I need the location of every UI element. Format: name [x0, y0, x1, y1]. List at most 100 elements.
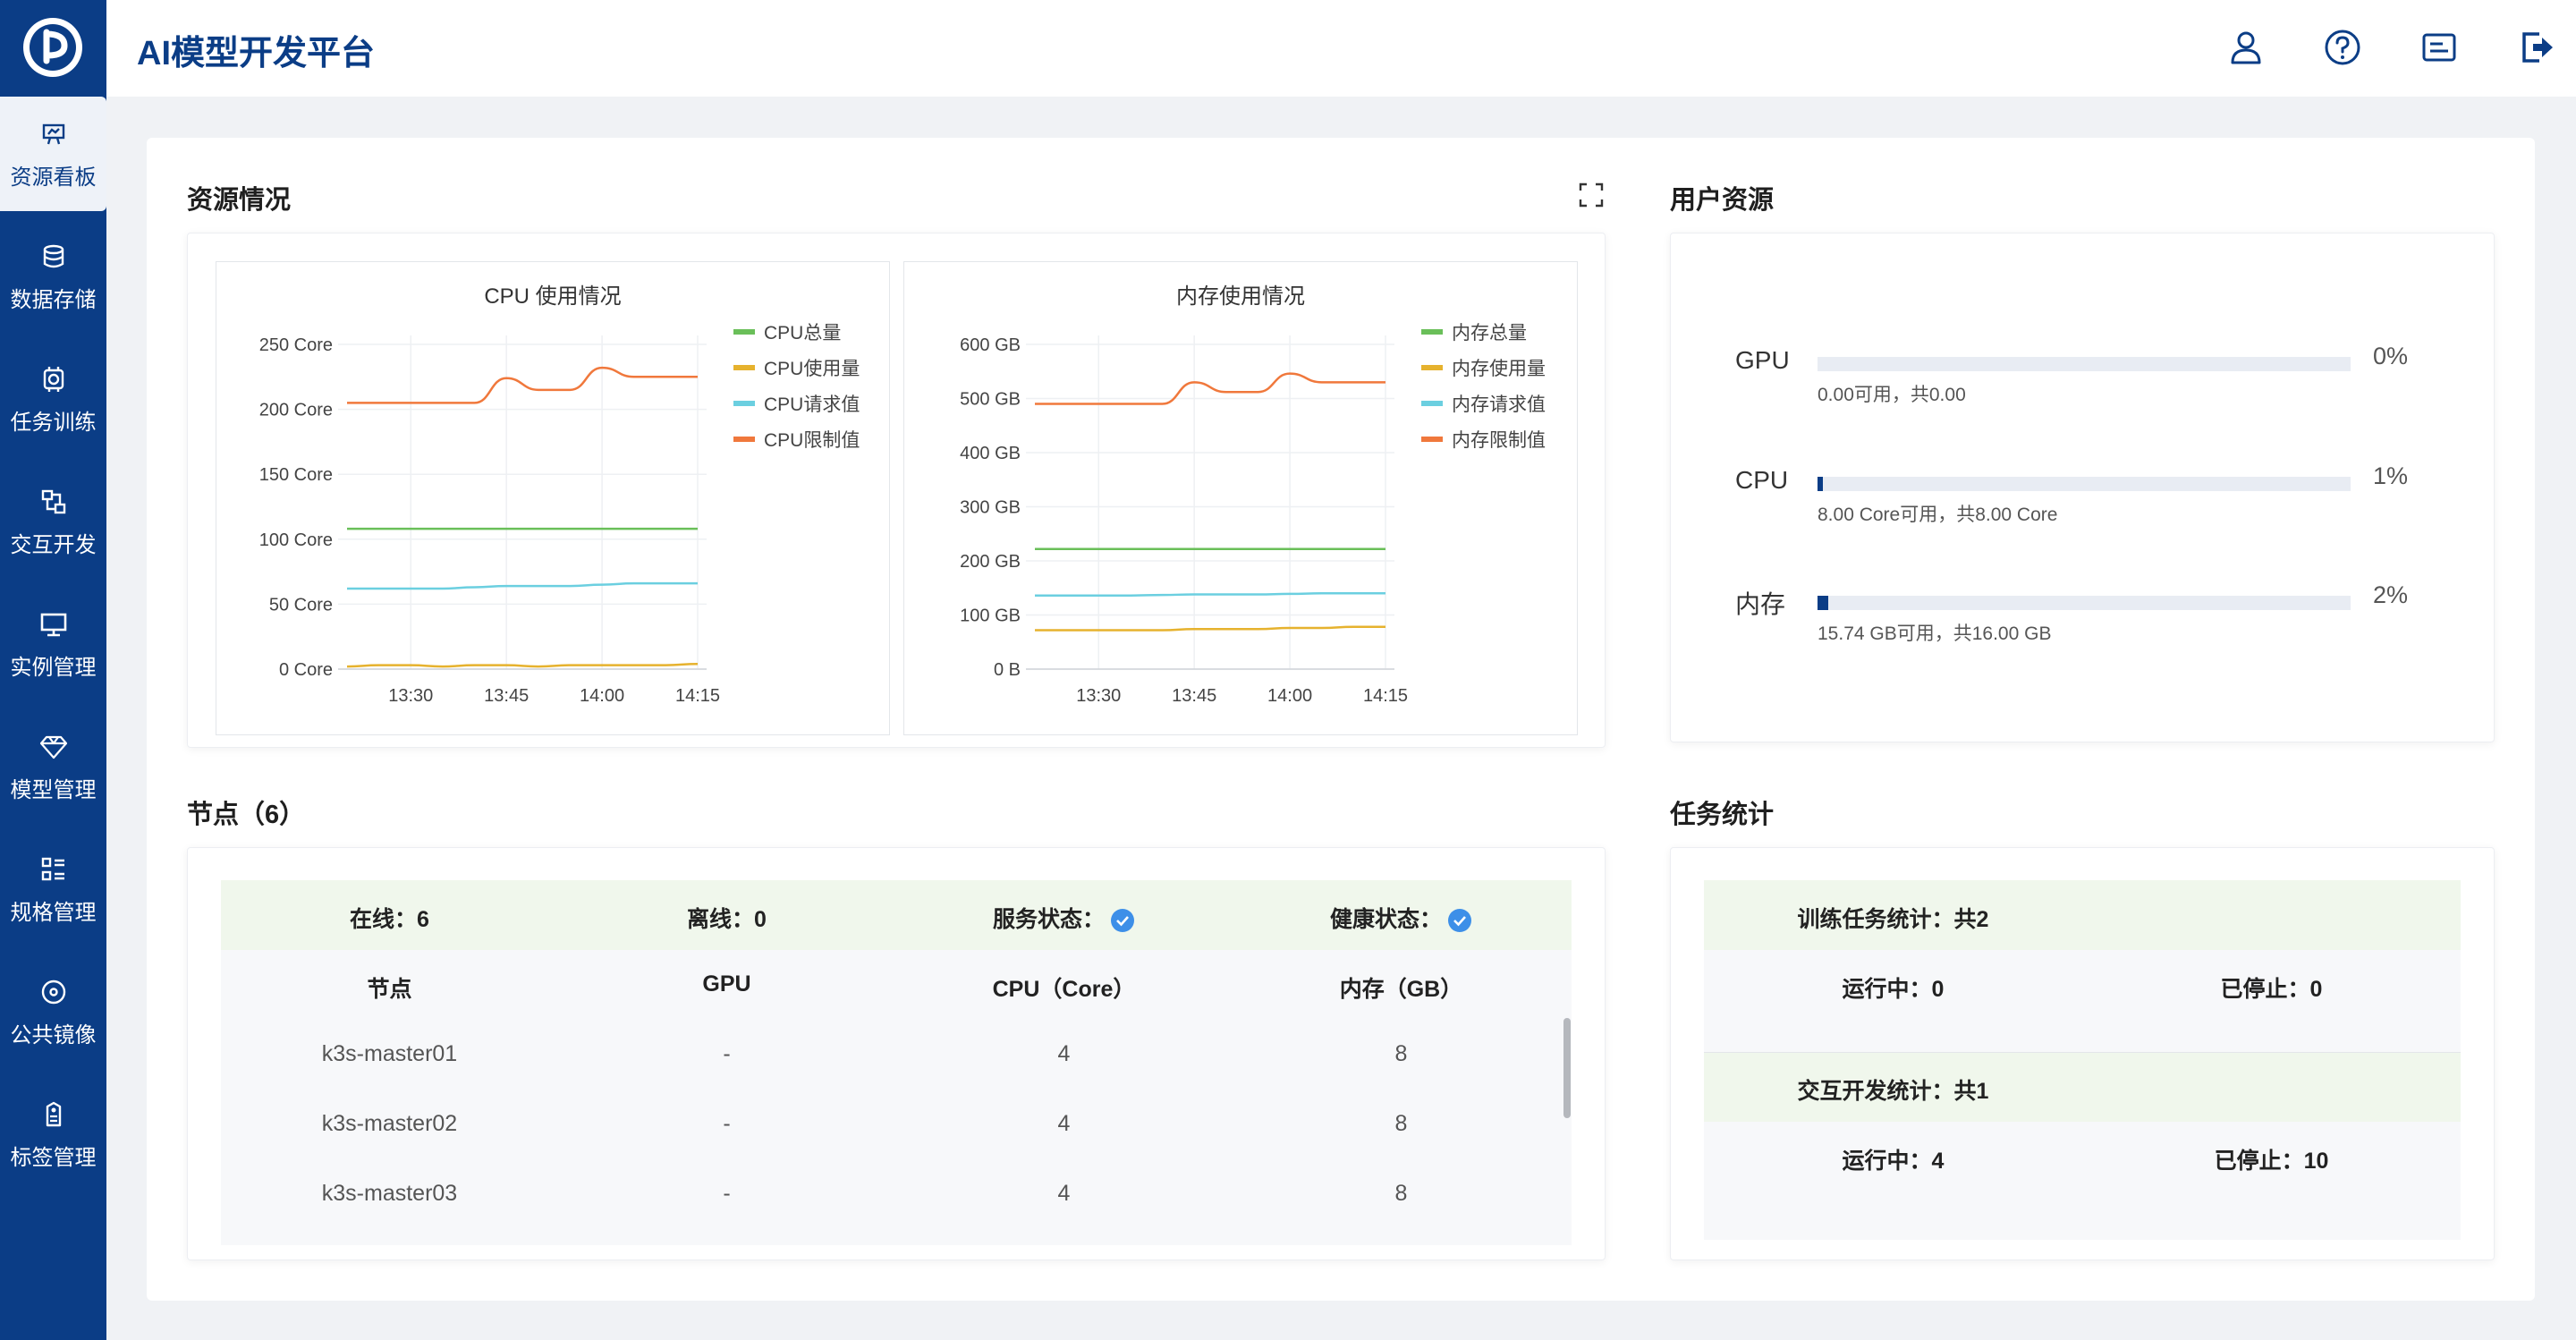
- node-name: k3s-master03: [321, 1181, 458, 1206]
- message-icon[interactable]: [2419, 27, 2460, 68]
- legend-swatch: [1421, 365, 1443, 370]
- tasks-card: 训练任务统计：共2 运行中：0 已停止：0 交互开发统计：共1 运行中：4 已停…: [1670, 847, 2495, 1260]
- legend-label: 内存请求值: [1452, 394, 1546, 415]
- sidebar-item-label: 资源看板: [10, 165, 97, 190]
- y-tick-label: 50 Core: [269, 595, 333, 615]
- node-memory: 8: [1394, 1181, 1408, 1206]
- user-icon[interactable]: [2225, 27, 2267, 68]
- cpu-label: CPU: [1735, 466, 1789, 494]
- legend-label: CPU使用量: [764, 359, 860, 379]
- y-tick-label: 250 Core: [259, 335, 333, 355]
- y-tick-label: 150 Core: [259, 465, 333, 485]
- list-icon: [41, 857, 64, 881]
- cpu-chart-plot: 0 Core 50 Core 100 Core 150 Core 200 Core 250…: [259, 323, 860, 706]
- nodes-scrollbar[interactable]: [1563, 1018, 1571, 1118]
- legend-swatch: [1421, 329, 1443, 335]
- app-logo: [23, 18, 82, 77]
- legend-swatch: [1421, 437, 1443, 442]
- help-icon[interactable]: [2322, 27, 2363, 68]
- sidebar-item-models[interactable]: 模型管理: [0, 709, 106, 824]
- x-tick-label: 13:45: [484, 686, 529, 706]
- memory-progress-bar: [1818, 596, 2351, 610]
- node-name: k3s-master01: [321, 1041, 458, 1066]
- training-running: 运行中：0: [1842, 977, 1945, 1002]
- y-tick-label: 300 GB: [960, 498, 1021, 518]
- sidebar-item-label: 标签管理: [10, 1146, 97, 1170]
- diamond-icon: [39, 735, 68, 759]
- service-status-label: 服务状态：: [992, 907, 1105, 932]
- cpu-progress-bar: [1818, 477, 2351, 491]
- cpu-availability: 8.00 Core可用，共8.00 Core: [1818, 505, 2058, 525]
- sidebar-item-dev[interactable]: 交互开发: [0, 464, 106, 579]
- column-header-node: 节点: [367, 977, 412, 1002]
- fullscreen-icon[interactable]: [1579, 182, 1604, 208]
- user-resources-card: GPU 0% 0.00可用，共0.00 CPU 1% 8.00 Core可用，共…: [1670, 233, 2495, 742]
- sidebar-item-label: 模型管理: [10, 778, 97, 802]
- legend-swatch: [733, 365, 755, 370]
- dashboard-icon: [42, 123, 65, 145]
- health-status: 健康状态：: [1233, 902, 1570, 934]
- sidebar-item-images[interactable]: 公共镜像: [0, 954, 106, 1069]
- memory-chart-plot: 0 B 100 GB 200 GB 300 GB 400 GB 500 GB 600 GB 1…: [960, 323, 1546, 706]
- sidebar-item-tags[interactable]: 标签管理: [0, 1077, 106, 1192]
- sidebar-item-storage[interactable]: 数据存储: [0, 219, 106, 334]
- user-resources-title: 用户资源: [1670, 186, 1775, 215]
- sidebar-item-training[interactable]: 任务训练: [0, 342, 106, 456]
- node-gpu: -: [723, 1181, 731, 1206]
- sidebar-item-label: 实例管理: [10, 656, 97, 680]
- memory-progress-fill: [1818, 596, 1828, 610]
- memory-label: 内存: [1735, 590, 1786, 618]
- resources-card: CPU 使用情况 0 Core 50 Core 100 Core 150 Core 20…: [187, 233, 1606, 748]
- y-tick-label: 200 Core: [259, 401, 333, 420]
- node-cpu: 4: [1057, 1041, 1071, 1066]
- legend-swatch: [1421, 401, 1443, 406]
- dev-icon: [41, 489, 66, 514]
- x-tick-label: 13:45: [1172, 686, 1216, 706]
- interactive-stopped: 已停止：10: [2214, 1149, 2329, 1174]
- database-icon: [43, 244, 64, 268]
- sidebar-item-instances[interactable]: 实例管理: [0, 587, 106, 701]
- x-tick-label: 13:30: [388, 686, 433, 706]
- online-count: 在线：6: [350, 907, 429, 932]
- main-panel: 资源情况 CPU 使用情况 0 Core 50 Core 100 Core 150 C…: [147, 138, 2535, 1301]
- sidebar: 资源看板 数据存储 任务训练 交互开发 实例管理 模型管理 规格管理 公共镜像 …: [0, 0, 106, 1340]
- sidebar-item-label: 任务训练: [10, 411, 97, 435]
- y-tick-label: 0 Core: [279, 660, 333, 680]
- sidebar-item-label: 规格管理: [10, 901, 97, 925]
- node-cpu: 4: [1057, 1111, 1071, 1136]
- interactive-detail-row: [1704, 1122, 2461, 1240]
- y-tick-label: 0 B: [994, 660, 1021, 680]
- training-total: 训练任务统计：共2: [1797, 907, 1989, 932]
- sidebar-item-dashboard[interactable]: 资源看板: [0, 97, 106, 211]
- memory-series-line: [1034, 372, 1385, 405]
- training-stopped: 已停止：0: [2220, 977, 2323, 1002]
- node-gpu: -: [723, 1041, 731, 1066]
- monitor-icon: [40, 613, 67, 637]
- column-header-cpu: CPU（Core）: [992, 977, 1136, 1002]
- x-tick-label: 14:00: [1267, 686, 1312, 706]
- memory-chart: 内存使用情况 0 B 100 GB 200 GB 300 GB 400 GB 500 GB…: [903, 261, 1578, 735]
- sidebar-item-specs[interactable]: 规格管理: [0, 832, 106, 946]
- app-title: AI模型开发平台: [137, 35, 376, 72]
- sidebar-item-label: 交互开发: [10, 533, 97, 557]
- gpu-percent: 0%: [2373, 343, 2409, 369]
- node-name: k3s-master02: [321, 1111, 458, 1136]
- interactive-total: 交互开发统计：共1: [1797, 1079, 1989, 1104]
- cpu-progress-fill: [1818, 477, 1823, 491]
- column-header-gpu: GPU: [702, 971, 751, 997]
- resources-title: 资源情况: [187, 186, 292, 215]
- sidebar-item-label: 公共镜像: [10, 1023, 97, 1047]
- gpu-label: GPU: [1735, 346, 1790, 374]
- x-tick-label: 14:15: [1363, 686, 1408, 706]
- memory-availability: 15.74 GB可用，共16.00 GB: [1818, 623, 2052, 644]
- x-tick-label: 14:00: [580, 686, 624, 706]
- node-memory: 8: [1394, 1111, 1408, 1136]
- legend-label: 内存使用量: [1452, 359, 1546, 379]
- service-status: 服务状态：: [895, 902, 1233, 934]
- cpu-series-line: [347, 366, 698, 404]
- cpu-series-line: [347, 581, 698, 590]
- tasks-title: 任务统计: [1670, 801, 1775, 829]
- node-gpu: -: [723, 1111, 731, 1136]
- column-header-memory: 内存（GB）: [1339, 977, 1463, 1002]
- logout-icon[interactable]: [2515, 27, 2556, 68]
